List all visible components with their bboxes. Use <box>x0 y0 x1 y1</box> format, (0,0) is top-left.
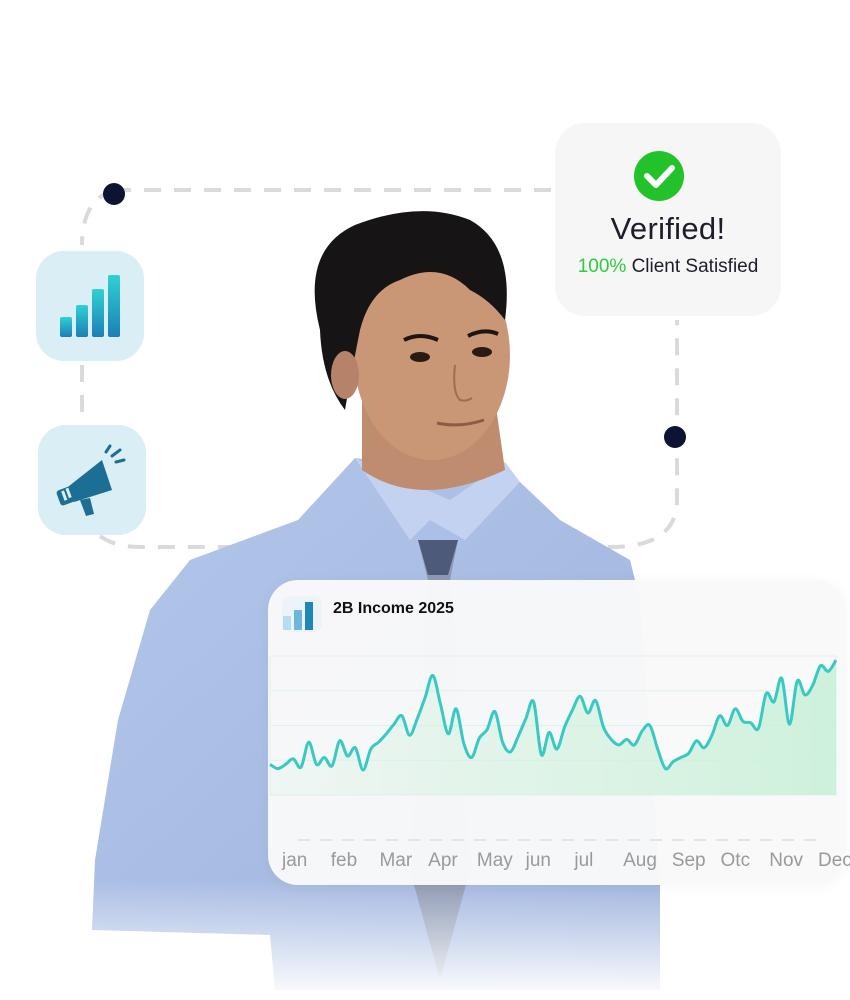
income-area <box>270 660 836 795</box>
verified-card: Verified! 100% Client Satisfied <box>555 123 781 316</box>
megaphone-icon <box>56 444 126 516</box>
month-label: Aug <box>623 850 657 871</box>
hero-stage: Verified! 100% Client Satisfied 2B Incom… <box>0 0 850 1000</box>
month-label: Sep <box>671 850 706 871</box>
income-chart <box>269 655 838 841</box>
month-label: jun <box>525 850 551 871</box>
month-label: feb <box>330 850 358 871</box>
month-label: Dec <box>818 850 850 871</box>
month-label: jan <box>282 850 308 871</box>
month-label: Otc <box>720 850 751 871</box>
month-label: May <box>476 850 513 871</box>
analytics-tile <box>36 251 144 361</box>
satisfaction-percent: 100% <box>577 256 627 277</box>
verified-title: Verified! <box>610 211 726 246</box>
verified-subtitle: 100% Client Satisfied <box>555 256 781 278</box>
income-card: 2B Income 2025 jan feb Mar Apr May jun jul Aug S… <box>268 580 850 885</box>
month-label: Apr <box>428 850 458 871</box>
check-circle-icon <box>634 151 684 201</box>
marketing-tile <box>38 425 146 535</box>
month-label: Mar <box>379 850 413 871</box>
satisfaction-label: Client Satisfied <box>631 256 759 277</box>
bar-chart-icon <box>60 275 120 337</box>
month-label: jul <box>574 850 594 871</box>
month-label: Nov <box>769 850 804 871</box>
